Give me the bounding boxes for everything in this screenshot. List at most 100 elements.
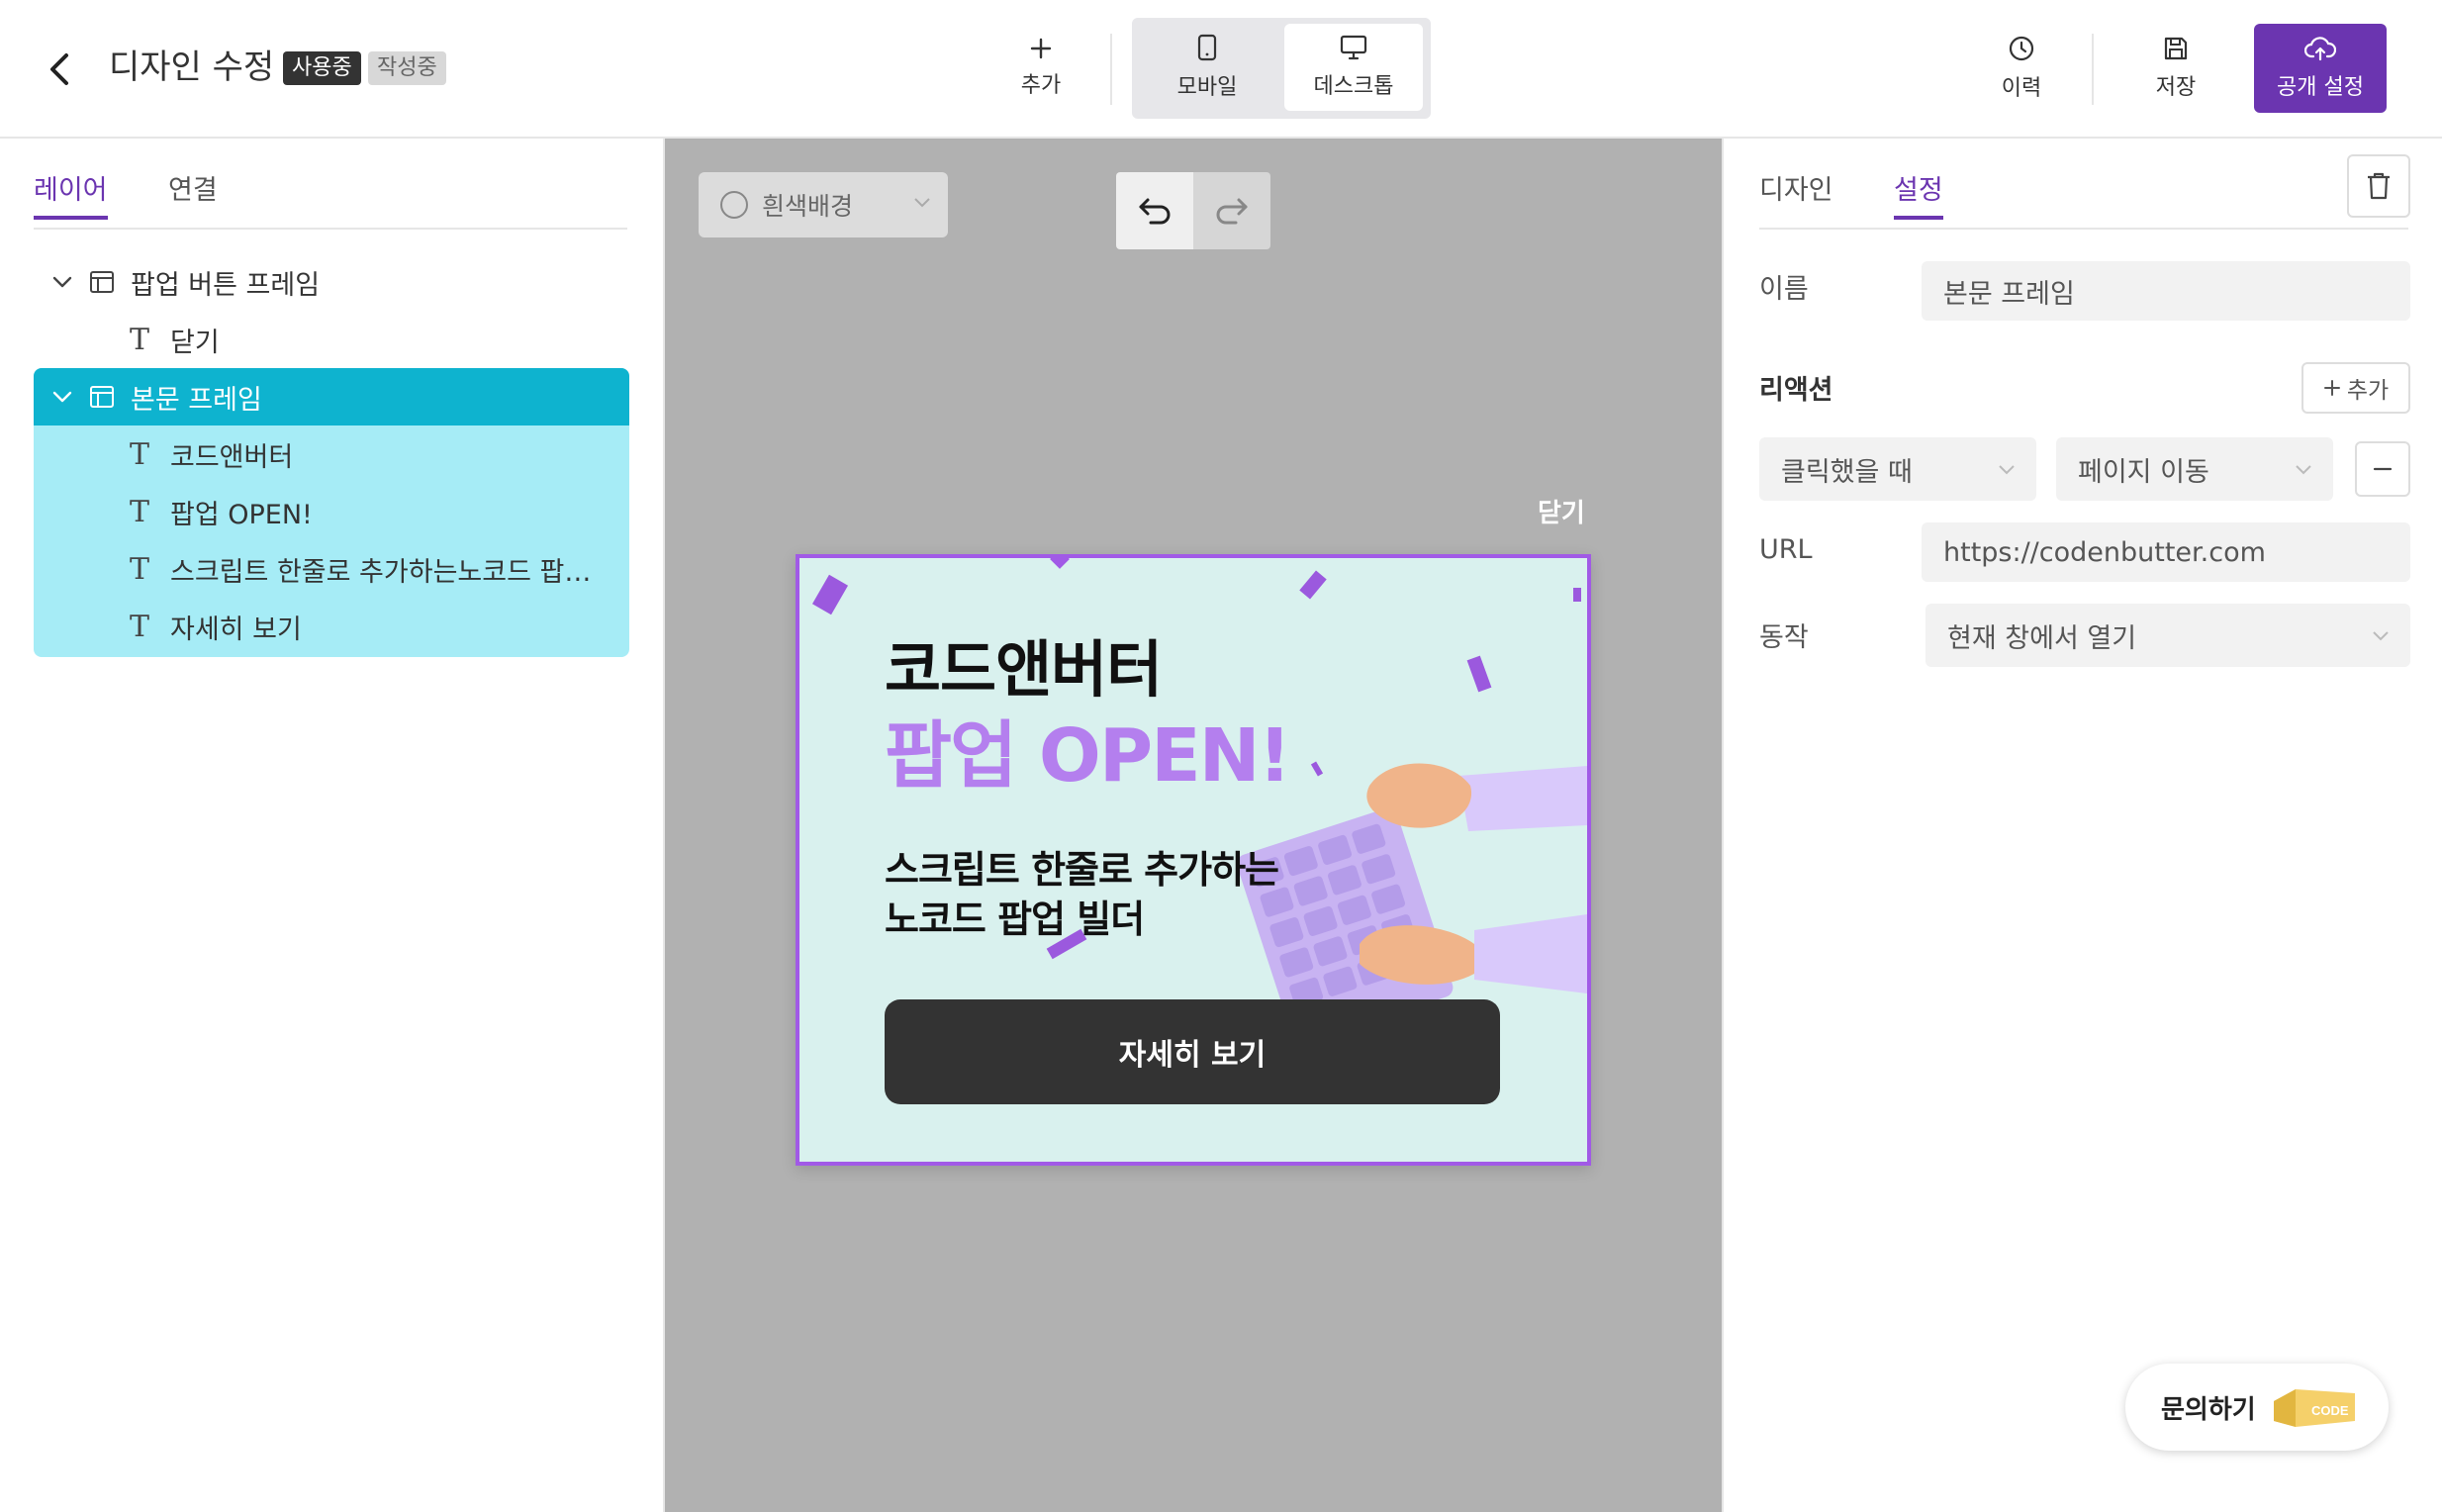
chevron-down-icon <box>1999 465 2015 475</box>
desktop-label: 데스크톱 <box>1313 74 1394 99</box>
mobile-label: 모바일 <box>1176 75 1238 100</box>
popup-description-line2: 노코드 팝업 빌더 <box>885 898 1145 941</box>
tab-settings[interactable]: 설정 <box>1894 168 1943 220</box>
butter-logo-icon: CODE <box>2274 1389 2355 1427</box>
add-reaction-label: 추가 <box>2346 378 2390 404</box>
frame-icon <box>85 385 119 409</box>
layer-label: 본문 프레임 <box>131 384 262 416</box>
smartphone-icon <box>1197 34 1217 61</box>
desktop-view-button[interactable]: 데스크톱 <box>1284 24 1423 111</box>
popup-brand-text: 코드앤버터 <box>885 633 1163 706</box>
plus-icon <box>1030 38 1052 59</box>
mobile-view-button[interactable]: 모바일 <box>1138 24 1276 111</box>
divider <box>2092 34 2094 105</box>
layer-item-brand-text[interactable]: T 코드앤버터 <box>34 425 629 483</box>
url-input[interactable] <box>1922 522 2410 582</box>
layer-label: 스크립트 한줄로 추가하는노코드 팝업 ... <box>170 556 606 588</box>
behavior-value: 현재 창에서 열기 <box>1947 622 2137 654</box>
redo-button[interactable] <box>1193 172 1270 249</box>
history-label: 이력 <box>2001 76 2042 101</box>
tab-design[interactable]: 디자인 <box>1759 168 1833 207</box>
clock-icon <box>2009 36 2034 61</box>
save-button[interactable]: 저장 <box>2133 26 2218 111</box>
chevron-down-icon <box>2373 631 2389 641</box>
url-label: URL <box>1759 534 1813 565</box>
layer-panel: 레이어 연결 팝업 버튼 프레임 T 닫기 본문 프레임 T 코드앤버터 T 팝… <box>0 139 665 1512</box>
checkbox[interactable] <box>720 191 748 219</box>
undo-icon <box>1139 198 1171 225</box>
text-type-icon: T <box>129 609 149 644</box>
action-select[interactable]: 페이지 이동 <box>2056 437 2333 501</box>
plus-icon <box>2323 380 2340 396</box>
cloud-upload-icon <box>2304 37 2336 61</box>
butter-logo-text: CODE <box>2311 1403 2349 1418</box>
design-canvas[interactable]: 흰색배경 닫기 코드앤버터 팝업 OPEN! 스크립트 한줄로 추가하는 노코드… <box>665 139 1722 1512</box>
tab-connections[interactable]: 연결 <box>168 168 218 207</box>
confetti-decoration <box>1299 570 1327 600</box>
chevron-down-icon <box>2296 465 2311 475</box>
layer-item-description-text[interactable]: T 스크립트 한줄로 추가하는노코드 팝업 ... <box>34 540 629 598</box>
resize-handle[interactable] <box>1050 558 1070 569</box>
layer-item-cta-text[interactable]: T 자세히 보기 <box>34 598 629 655</box>
chevron-down-icon <box>914 198 930 208</box>
confetti-decoration <box>811 574 849 615</box>
trigger-value: 클릭했을 때 <box>1781 456 1913 488</box>
confetti-decoration <box>1466 655 1492 693</box>
page-title: 디자인 수정 <box>109 47 275 87</box>
text-type-icon: T <box>129 551 149 587</box>
top-bar: 디자인 수정 사용중 작성중 추가 모바일 데스크톱 이력 저장 공개 설정 <box>0 0 2442 139</box>
divider <box>1110 34 1112 105</box>
back-button[interactable] <box>36 46 83 93</box>
save-label: 저장 <box>2155 75 2197 100</box>
redo-icon <box>1216 198 1248 225</box>
action-value: 페이지 이동 <box>2078 456 2209 488</box>
name-input[interactable] <box>1922 261 2410 321</box>
contact-support-button[interactable]: 문의하기 CODE <box>2125 1364 2389 1451</box>
popup-cta-button[interactable]: 자세히 보기 <box>885 999 1500 1104</box>
white-background-label: 흰색배경 <box>762 192 854 221</box>
delete-button[interactable] <box>2347 154 2410 218</box>
status-badge-active: 사용중 <box>283 51 361 85</box>
left-tabs: 레이어 연결 <box>34 139 627 230</box>
text-type-icon: T <box>129 322 149 357</box>
popup-preview[interactable]: 코드앤버터 팝업 OPEN! 스크립트 한줄로 추가하는 노코드 팝업 빌더 자… <box>796 554 1591 1166</box>
layer-item-headline-text[interactable]: T 팝업 OPEN! <box>34 483 629 540</box>
frame-icon <box>85 270 119 294</box>
minus-icon <box>2373 467 2393 471</box>
tab-layers[interactable]: 레이어 <box>34 168 108 220</box>
undo-button[interactable] <box>1116 172 1193 249</box>
trigger-select[interactable]: 클릭했을 때 <box>1759 437 2036 501</box>
popup-close-link[interactable]: 닫기 <box>1538 493 1585 529</box>
behavior-select[interactable]: 현재 창에서 열기 <box>1925 604 2410 667</box>
popup-description-text: 스크립트 한줄로 추가하는 노코드 팝업 빌더 <box>885 845 1279 944</box>
add-reaction-button[interactable]: 추가 <box>2301 362 2410 414</box>
chevron-down-icon[interactable] <box>46 390 79 404</box>
undo-redo-group <box>1116 172 1270 249</box>
chevron-left-icon <box>50 53 68 85</box>
layer-label: 팝업 OPEN! <box>170 499 313 530</box>
status-badge-draft: 작성중 <box>368 51 446 85</box>
contact-support-label: 문의하기 <box>2161 1394 2256 1425</box>
layer-item-close-text[interactable]: T 닫기 <box>34 311 629 368</box>
confetti-decoration <box>1573 588 1581 602</box>
publish-settings-button[interactable]: 공개 설정 <box>2254 24 2387 113</box>
chevron-down-icon[interactable] <box>46 275 79 289</box>
add-element-button[interactable]: 추가 <box>989 26 1092 111</box>
layer-label: 코드앤버터 <box>170 441 294 473</box>
layer-item-body-frame[interactable]: 본문 프레임 <box>34 368 629 425</box>
layer-item-popup-button-frame[interactable]: 팝업 버튼 프레임 <box>34 253 629 311</box>
behavior-label: 동작 <box>1759 622 1809 653</box>
trash-icon <box>2368 172 2390 200</box>
publish-label: 공개 설정 <box>2277 75 2364 100</box>
layer-label: 자세히 보기 <box>170 614 302 645</box>
popup-description-line1: 스크립트 한줄로 추가하는 <box>885 848 1279 892</box>
name-label: 이름 <box>1759 274 1809 305</box>
white-background-toggle[interactable]: 흰색배경 <box>699 172 948 237</box>
text-type-icon: T <box>129 436 149 472</box>
layer-label: 닫기 <box>170 327 220 358</box>
add-label: 추가 <box>1020 73 1062 98</box>
right-tabs: 디자인 설정 <box>1759 139 2408 230</box>
remove-reaction-button[interactable] <box>2355 441 2410 497</box>
monitor-icon <box>1340 35 1367 60</box>
history-button[interactable]: 이력 <box>1979 26 2064 111</box>
